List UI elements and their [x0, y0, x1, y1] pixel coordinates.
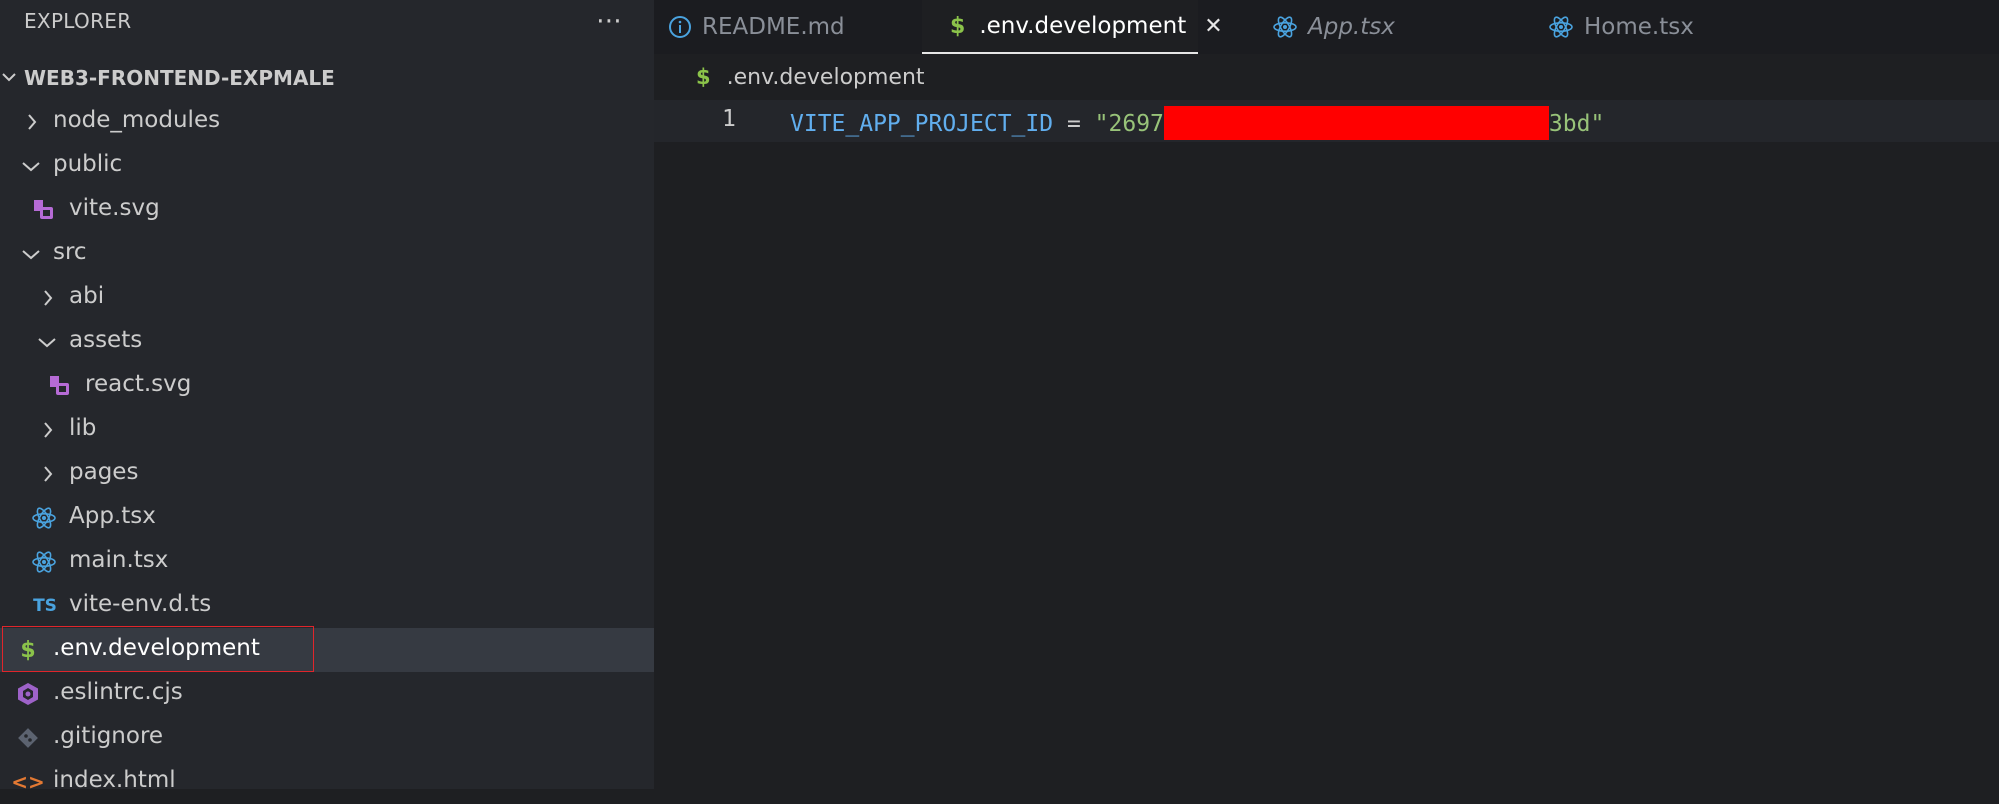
tab-label: App.tsx — [1308, 14, 1395, 40]
tree-item-label: abi — [69, 283, 105, 309]
tree-item-label: public — [53, 151, 123, 177]
tree-item-env-development[interactable]: $ .env.development — [0, 626, 654, 672]
explorer-title: EXPLORER — [24, 9, 132, 33]
tree-item-assets[interactable]: assets — [0, 320, 654, 364]
tree-item-label: src — [53, 239, 87, 265]
react-icon — [1272, 14, 1298, 40]
tree-item-label: .env.development — [53, 635, 260, 661]
tab-readme[interactable]: README.md — [668, 0, 898, 54]
workspace-root-label: WEB3-FRONTEND-EXPMALE — [24, 66, 335, 90]
close-tab-button[interactable]: ✕ — [1204, 14, 1222, 39]
chevron-down-icon — [20, 232, 42, 276]
editor-pane[interactable]: $ .env.development 1 VITE_APP_PROJECT_ID… — [654, 54, 1999, 789]
tree-item-abi[interactable]: abi — [0, 276, 654, 320]
tab-app-tsx[interactable]: App.tsx — [1272, 0, 1462, 54]
react-icon — [1548, 14, 1574, 40]
tree-item-vite-svg[interactable]: vite.svg — [0, 188, 654, 232]
tree-item-label: assets — [69, 327, 143, 353]
tree-item-label: pages — [69, 459, 139, 485]
html-icon: <> — [11, 770, 45, 794]
tab-env-development[interactable]: $ .env.development ✕ — [922, 0, 1223, 54]
git-icon — [16, 716, 40, 760]
chevron-down-icon — [20, 144, 42, 188]
tree-item-label: vite-env.d.ts — [69, 591, 212, 617]
info-icon — [668, 15, 692, 39]
tab-label: .env.development — [979, 13, 1187, 39]
chevron-right-icon — [40, 276, 56, 320]
file-tree: WEB3-FRONTEND-EXPMALE node_modules publi… — [0, 56, 654, 804]
env-value-start: "2697 — [1094, 111, 1164, 137]
tree-item-eslintrc[interactable]: .eslintrc.cjs — [0, 672, 654, 716]
tree-item-node-modules[interactable]: node_modules — [0, 100, 654, 144]
dollar-icon: $ — [696, 65, 711, 89]
code-line[interactable]: 1 VITE_APP_PROJECT_ID = "2697 3bd" — [654, 100, 1999, 142]
redaction-box — [1163, 106, 1549, 140]
tree-item-label: .eslintrc.cjs — [53, 679, 183, 705]
tab-label: Home.tsx — [1584, 14, 1694, 40]
explorer-header: EXPLORER ⋯ — [0, 0, 654, 44]
dollar-icon: $ — [950, 13, 966, 39]
tree-item-label: index.html — [53, 767, 176, 793]
tab-label: README.md — [702, 14, 845, 40]
svg-file-icon — [32, 188, 56, 232]
svg-file-icon — [48, 364, 72, 408]
tree-item-label: main.tsx — [69, 547, 169, 573]
breadcrumb[interactable]: $ .env.development — [696, 62, 925, 92]
env-key: VITE_APP_PROJECT_ID — [790, 111, 1054, 137]
tree-item-src[interactable]: src — [0, 232, 654, 276]
chevron-right-icon — [40, 408, 56, 452]
typescript-icon: TS — [33, 596, 57, 616]
code-text[interactable]: VITE_APP_PROJECT_ID = "2697 3bd" — [790, 106, 1604, 140]
env-operator: = — [1053, 111, 1095, 137]
tree-item-vite-env-d-ts[interactable]: TS vite-env.d.ts — [0, 584, 654, 628]
tab-home-tsx[interactable]: Home.tsx — [1512, 0, 1722, 54]
explorer-sidebar: EXPLORER ⋯ WEB3-FRONTEND-EXPMALE node_mo… — [0, 0, 654, 794]
dollar-icon: $ — [20, 637, 36, 663]
tree-item-label: react.svg — [85, 371, 192, 397]
tree-item-label: App.tsx — [69, 503, 156, 529]
tree-item-pages[interactable]: pages — [0, 452, 654, 496]
react-icon — [31, 540, 57, 584]
tree-item-main-tsx[interactable]: main.tsx — [0, 540, 654, 584]
chevron-right-icon — [40, 452, 56, 496]
editor-tab-bar: README.md $ .env.development ✕ App.tsx H… — [654, 0, 1999, 54]
tree-item-app-tsx[interactable]: App.tsx — [0, 496, 654, 540]
tree-item-lib[interactable]: lib — [0, 408, 654, 452]
react-icon — [31, 496, 57, 540]
tree-item-public[interactable]: public — [0, 144, 654, 188]
tree-item-label: .gitignore — [53, 723, 164, 749]
breadcrumb-file: .env.development — [726, 64, 925, 90]
workspace-root[interactable]: WEB3-FRONTEND-EXPMALE — [0, 56, 654, 100]
line-number: 1 — [722, 106, 736, 132]
tree-item-react-svg[interactable]: react.svg — [0, 364, 654, 408]
eslint-icon — [15, 672, 41, 716]
more-actions-button[interactable]: ⋯ — [592, 4, 626, 38]
tree-item-index-html[interactable]: <> index.html — [0, 760, 654, 804]
tree-item-label: lib — [69, 415, 97, 441]
env-value-end: 3bd" — [1548, 111, 1605, 137]
tree-item-label: vite.svg — [69, 195, 160, 221]
tree-item-gitignore[interactable]: .gitignore — [0, 716, 654, 760]
chevron-right-icon — [24, 100, 40, 144]
tree-item-label: node_modules — [53, 107, 221, 133]
chevron-down-icon — [36, 320, 58, 364]
